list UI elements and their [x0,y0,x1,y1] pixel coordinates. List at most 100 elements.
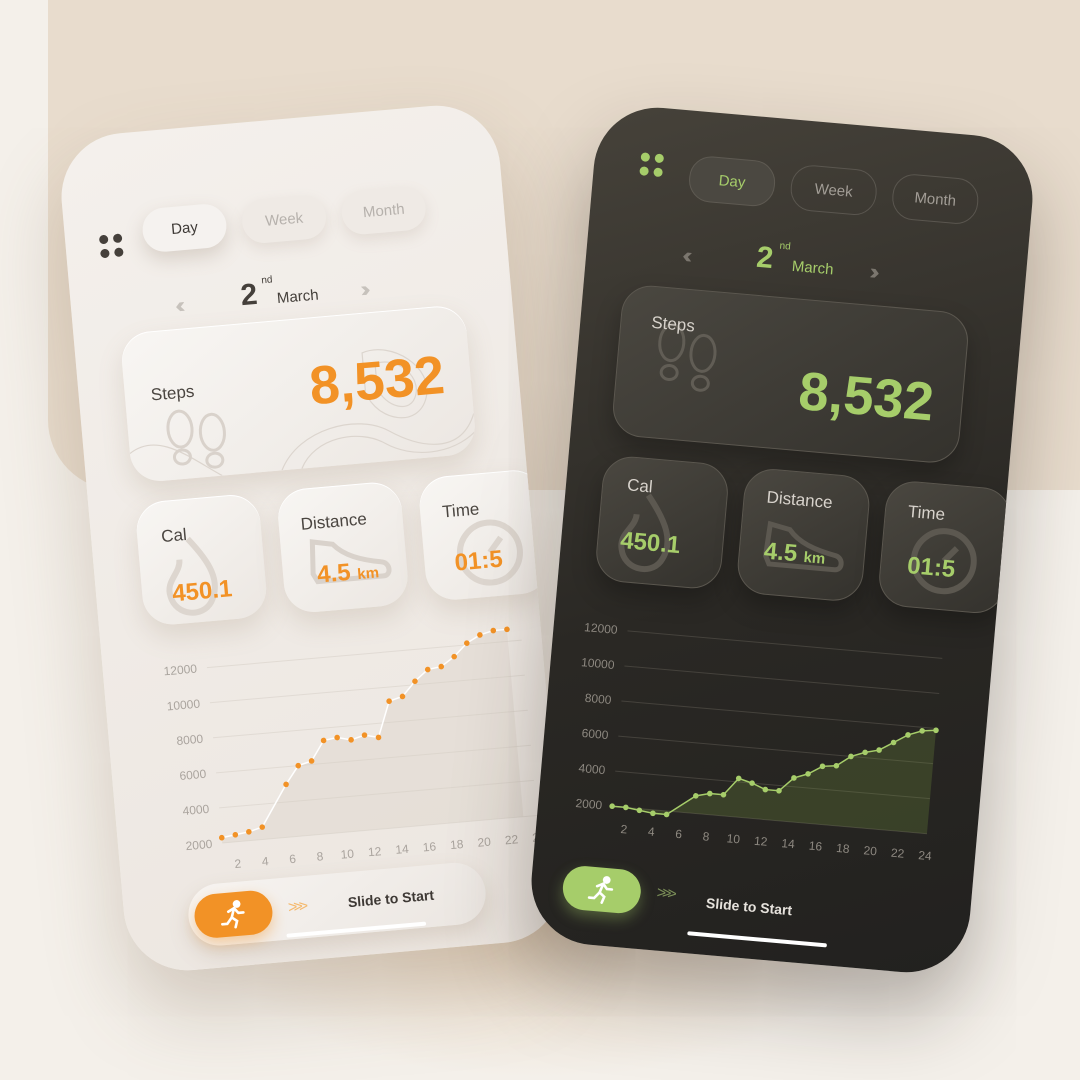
x-tick-label: 8 [702,829,710,844]
tab-month[interactable]: Month [339,184,428,237]
x-tick-label: 20 [477,835,492,850]
slider-knob[interactable] [561,864,643,915]
data-point [623,804,629,811]
y-tick-label: 8000 [176,732,204,748]
tab-month[interactable]: Month [890,172,981,226]
grid-line [627,630,943,659]
slider-knob[interactable] [192,888,275,940]
steps-label: Steps [650,312,696,336]
chart-svg: 200040006000800010000120002 4 6 8 10 12 14 16 18… [575,620,943,863]
double-chevron-right-icon[interactable]: ››› [359,277,365,303]
runner-icon [221,900,245,929]
date-month: March [791,257,835,279]
cal-value: 450.1 [619,526,682,560]
tab-week[interactable]: Week [788,163,879,217]
date-suffix: nd [779,240,792,253]
cal-card[interactable]: Cal 450.1 [593,454,731,591]
menu-icon[interactable] [98,233,129,263]
y-tick-label: 4000 [182,802,210,818]
x-tick-label: 12 [754,834,769,849]
y-tick-label: 2000 [185,837,213,853]
x-tick-label: 16 [808,839,823,854]
y-tick-label: 8000 [584,691,612,707]
menu-icon[interactable] [639,152,669,182]
footprints-icon [166,409,226,469]
y-tick-label: 6000 [179,767,207,783]
steps-card[interactable]: Steps 8,532 [610,283,971,465]
double-chevron-right-icon[interactable]: ››› [869,259,875,285]
time-label: Time [441,499,481,522]
steps-value: 8,532 [307,344,447,417]
time-value: 01:5 [453,545,504,577]
date-day: 2 [239,277,259,313]
x-tick-label: 10 [340,847,355,862]
distance-number: 4.5 [316,558,352,589]
x-tick-label: 18 [450,837,465,852]
grid-line [624,665,940,694]
time-label: Time [907,501,946,525]
slider-arrows: >>> [287,898,305,917]
distance-card[interactable]: Distance 4.5 km [275,480,411,615]
cal-label: Cal [160,524,188,547]
x-tick-label: 6 [675,827,683,842]
cal-value: 450.1 [171,575,234,608]
double-chevron-left-icon[interactable]: ‹‹‹ [681,242,687,268]
x-tick-label: 14 [781,836,796,851]
x-tick-label: 20 [863,843,878,858]
x-tick-label: 22 [890,846,905,861]
runner-icon [587,876,614,904]
distance-value: 4.5 km [763,538,827,571]
steps-value: 8,532 [796,361,937,433]
distance-number: 4.5 [762,537,799,568]
cal-card[interactable]: Cal 450.1 [134,492,269,627]
y-tick-label: 12000 [163,662,198,679]
date-suffix: nd [260,274,273,287]
chart-area [612,730,936,834]
date-day: 2 [755,240,775,276]
cal-label: Cal [626,475,654,497]
dark-phone: Day Week Month ‹‹‹ 2 nd March ››› Steps … [526,102,1038,978]
y-tick-label: 12000 [584,620,619,637]
x-tick-label: 2 [620,822,628,837]
x-tick-label: 18 [836,841,851,856]
steps-label: Steps [150,381,196,405]
steps-chart-light: 2000 4000 6000 8000 10000 12000 2 4 6 8 10 12 14 16 18… [141,618,560,892]
y-tick-label: 10000 [581,655,616,672]
x-tick-label: 12 [367,844,382,859]
x-tick-label: 10 [726,831,741,846]
time-value: 01:5 [906,552,957,584]
x-tick-label: 16 [422,839,437,854]
tab-week[interactable]: Week [240,193,328,245]
range-tabs: Day Week Month [140,184,428,254]
distance-card[interactable]: Distance 4.5 km [735,466,872,604]
tab-day[interactable]: Day [140,202,229,254]
x-tick-label: 14 [395,842,410,857]
distance-unit: km [802,548,826,568]
grid-line [621,700,937,730]
x-tick-label: 2 [234,856,242,871]
y-tick-label: 10000 [166,697,201,714]
x-tick-label: 4 [647,824,655,839]
y-tick-label: 2000 [575,796,603,812]
chart-svg: 2000 4000 6000 8000 10000 12000 2 4 6 8 10 12 14 16 18… [163,626,547,871]
distance-unit: km [356,564,380,584]
slider-label: Slide to Start [347,886,435,911]
light-phone: Day Week Month ‹‹‹ 2 nd March ››› Steps … [56,100,568,976]
x-tick-label: 22 [504,832,519,847]
tab-day[interactable]: Day [687,154,777,208]
steps-card[interactable]: Steps 8,532 [119,303,478,484]
date-month: March [276,286,320,308]
x-tick-label: 6 [289,852,297,867]
x-tick-label: 4 [261,854,269,869]
x-tick-label: 24 [918,848,933,863]
slider-label: Slide to Start [705,894,793,919]
double-chevron-left-icon[interactable]: ‹‹‹ [174,293,180,319]
flame-icon [166,536,218,616]
distance-value: 4.5 km [316,556,380,589]
y-tick-label: 4000 [578,761,606,777]
time-card[interactable]: Time 01:5 [876,478,1014,616]
data-point [609,803,615,810]
x-tick-label: 8 [316,849,324,864]
y-tick-label: 6000 [581,726,609,742]
range-tabs: Day Week Month [687,154,981,226]
